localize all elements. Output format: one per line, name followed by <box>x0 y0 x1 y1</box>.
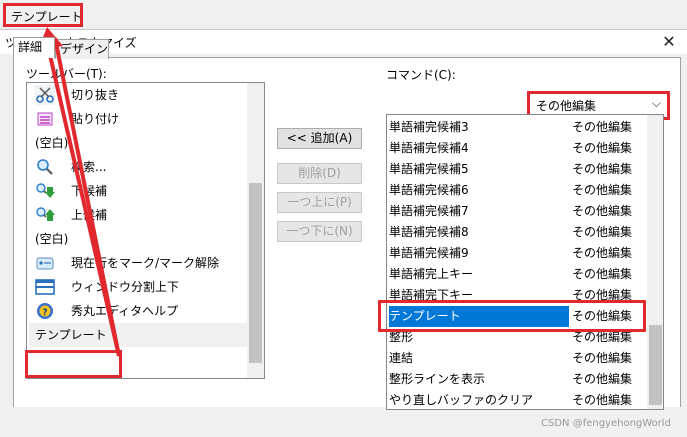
table-row[interactable]: 単語補完候補6 その他編集 <box>387 180 647 201</box>
toolbar-items-list[interactable]: 切り抜き 貼り付け (空白) 検索... 下候補 上候補 (空白) 現在行をマー… <box>26 82 265 379</box>
command-name: 単語補完候補4 <box>389 141 469 155</box>
command-category: その他編集 <box>572 393 633 407</box>
paste-icon <box>35 109 55 129</box>
close-icon[interactable]: ✕ <box>659 32 679 52</box>
table-row[interactable]: 整形ラインを表示 その他編集 <box>387 369 647 390</box>
table-row-selected[interactable]: テンプレート その他編集 <box>387 306 647 327</box>
table-row[interactable]: 単語補完候補3 その他編集 <box>387 117 647 138</box>
list-item[interactable]: 下候補 <box>29 179 247 203</box>
command-name: 単語補完候補5 <box>389 162 469 176</box>
svg-text:?: ? <box>42 308 47 318</box>
table-row[interactable]: 単語補完上キー その他編集 <box>387 264 647 285</box>
list-item[interactable]: ? 秀丸エディタヘルプ <box>29 299 247 323</box>
list-item-label: (空白) <box>35 136 69 150</box>
toolbar-list-label: ツールバー(T): <box>26 67 107 81</box>
command-category: その他編集 <box>572 309 633 323</box>
command-name: 整形ラインを表示 <box>389 372 486 386</box>
command-category: その他編集 <box>572 288 633 302</box>
command-category: その他編集 <box>572 267 633 281</box>
list-item-label: 貼り付け <box>71 112 120 126</box>
command-name: 単語補完上キー <box>389 267 474 281</box>
list-item[interactable]: 検索... <box>29 155 247 179</box>
watermark: CSDN @fengyehongWorld <box>541 418 671 429</box>
tab-design[interactable]: デザイン <box>55 39 109 59</box>
table-row[interactable]: 単語補完下キー その他編集 <box>387 285 647 306</box>
split-window-icon <box>35 277 55 297</box>
command-name: テンプレート <box>389 306 569 327</box>
command-category-value: その他編集 <box>536 99 597 113</box>
command-category: その他編集 <box>572 372 633 386</box>
toolbar-list-scrollbar[interactable] <box>247 83 264 378</box>
list-item-label: 下候補 <box>71 184 108 198</box>
list-item[interactable]: (空白) <box>29 131 247 155</box>
command-name: やり直しバッファのクリア <box>389 393 534 407</box>
list-item-label: (空白) <box>35 232 69 246</box>
template-toolbar-button[interactable]: テンプレート <box>3 3 83 27</box>
list-item-template-selected[interactable]: テンプレート <box>29 323 247 347</box>
command-name: 単語補完候補6 <box>389 183 469 197</box>
command-name: 単語補完候補3 <box>389 120 469 134</box>
command-name: 単語補完下キー <box>389 288 474 302</box>
table-row[interactable]: 連結 その他編集 <box>387 348 647 369</box>
search-down-icon <box>35 181 55 201</box>
move-down-button[interactable]: 一つ下に(N) <box>277 221 362 242</box>
list-item-label: テンプレート <box>35 328 107 342</box>
list-item-label: 上候補 <box>71 208 108 222</box>
tab-details[interactable]: 詳細 <box>13 37 55 58</box>
table-row[interactable]: やり直しバッファのクリア その他編集 <box>387 390 647 409</box>
command-category: その他編集 <box>572 225 633 239</box>
commands-list[interactable]: 単語補完候補3 その他編集 単語補完候補4 その他編集 単語補完候補5 その他編… <box>386 114 664 410</box>
list-item[interactable]: 貼り付け <box>29 107 247 131</box>
scrollbar-thumb[interactable] <box>249 183 262 363</box>
list-item-label: 切り抜き <box>71 88 120 102</box>
table-row[interactable]: 整形 その他編集 <box>387 327 647 348</box>
magnifier-icon <box>35 157 55 177</box>
move-up-button[interactable]: 一つ上に(P) <box>277 192 362 213</box>
list-item-label: ウィンドウ分割上下 <box>71 280 180 294</box>
table-row[interactable]: 単語補完候補5 その他編集 <box>387 159 647 180</box>
list-item[interactable]: 切り抜き <box>29 83 247 107</box>
scrollbar-thumb[interactable] <box>649 325 662 405</box>
list-item-label: 現在行をマーク/マーク解除 <box>71 256 220 270</box>
help-icon: ? <box>35 301 55 321</box>
scissors-icon <box>35 85 55 105</box>
commands-list-scrollbar[interactable] <box>647 115 663 409</box>
table-row[interactable]: 単語補完候補4 その他編集 <box>387 138 647 159</box>
command-list-label: コマンド(C): <box>386 68 456 82</box>
chevron-down-icon: ⌵ <box>651 96 661 110</box>
list-item[interactable]: (空白) <box>29 227 247 251</box>
command-category: その他編集 <box>572 162 633 176</box>
delete-button[interactable]: 削除(D) <box>277 163 362 184</box>
add-button[interactable]: << 追加(A) <box>277 128 362 149</box>
list-item[interactable]: 上候補 <box>29 203 247 227</box>
toolbar-strip: テンプレート <box>0 0 687 30</box>
command-name: 整形 <box>389 330 414 344</box>
table-row[interactable]: 単語補完候補9 その他編集 <box>387 243 647 264</box>
command-name: 連結 <box>389 351 414 365</box>
command-category: その他編集 <box>572 330 633 344</box>
table-row[interactable]: 単語補完候補8 その他編集 <box>387 222 647 243</box>
table-row[interactable]: 単語補完候補7 その他編集 <box>387 201 647 222</box>
command-name: 単語補完候補7 <box>389 204 469 218</box>
command-category: その他編集 <box>572 120 633 134</box>
command-category: その他編集 <box>572 183 633 197</box>
command-name: 単語補完候補8 <box>389 225 469 239</box>
command-name: 単語補完候補9 <box>389 246 469 260</box>
list-item-label: 秀丸エディタヘルプ <box>71 304 179 318</box>
list-item[interactable]: ウィンドウ分割上下 <box>29 275 247 299</box>
mark-icon <box>35 253 55 273</box>
search-up-icon <box>35 205 55 225</box>
command-category: その他編集 <box>572 204 633 218</box>
command-category: その他編集 <box>572 246 633 260</box>
command-category: その他編集 <box>572 351 633 365</box>
list-item-label: 検索... <box>71 160 107 174</box>
list-item[interactable]: 現在行をマーク/マーク解除 <box>29 251 247 275</box>
command-category: その他編集 <box>572 141 633 155</box>
